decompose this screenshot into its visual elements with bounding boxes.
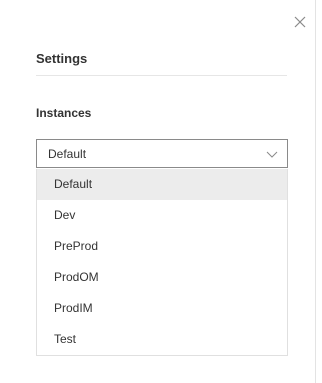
- instance-option-prodom[interactable]: ProdOM: [37, 262, 287, 293]
- instance-dropdown-list: Default Dev PreProd ProdOM ProdIM Test: [36, 169, 288, 356]
- close-button[interactable]: [290, 12, 310, 32]
- settings-panel: Settings Instances Default Default Dev P…: [0, 0, 316, 383]
- close-icon: [294, 16, 306, 28]
- panel-title: Settings: [36, 51, 88, 66]
- instance-option-preprod[interactable]: PreProd: [37, 231, 287, 262]
- title-divider: [36, 75, 287, 76]
- instance-select-value: Default: [48, 147, 87, 161]
- instances-label: Instances: [36, 106, 92, 120]
- instance-option-default[interactable]: Default: [37, 169, 287, 200]
- chevron-down-icon: [266, 151, 278, 158]
- instance-option-prodim[interactable]: ProdIM: [37, 293, 287, 324]
- instance-option-test[interactable]: Test: [37, 324, 287, 355]
- instance-option-dev[interactable]: Dev: [37, 200, 287, 231]
- instance-select[interactable]: Default: [36, 139, 288, 168]
